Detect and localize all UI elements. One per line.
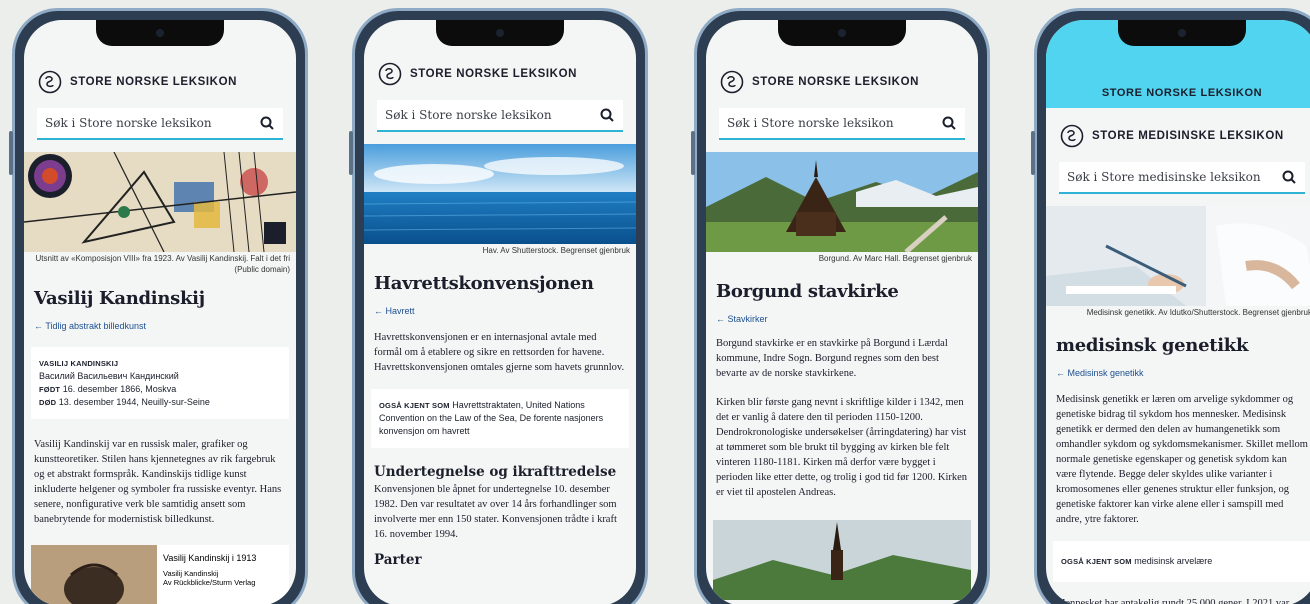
phone-screen-2: STORE NORSKE LEKSIKON Søk i Store norske… — [364, 20, 636, 604]
article-title: Vasilij Kandinskij — [34, 287, 205, 309]
search-input[interactable]: Søk i Store norske leksikon — [37, 108, 283, 140]
portrait-credit: Av Rückblicke/Sturm Verlag — [163, 577, 256, 587]
portrait-image — [31, 544, 157, 604]
snl-logo-icon — [378, 62, 402, 86]
image-caption: Hav. Av Shutterstock. Begrenset gjenbruk — [482, 246, 630, 255]
portrait-subject: Vasilij Kandinskij — [163, 568, 219, 578]
image-caption: Utsnitt av «Komposisjon VIII» fra 1923. … — [35, 254, 291, 274]
phone-mockup-1: STORE NORSKE LEKSIKON Søk i Store norske… — [9, 8, 308, 604]
site-name: STORE MEDISINSKE LEKSIKON — [1092, 130, 1284, 142]
search-input[interactable]: Søk i Store medisinske leksikon — [1059, 162, 1305, 194]
search-input[interactable]: Søk i Store norske leksikon — [377, 100, 623, 132]
phone-notch — [1118, 20, 1246, 46]
search-placeholder: Søk i Store norske leksikon — [385, 108, 552, 122]
search-placeholder: Søk i Store norske leksikon — [45, 116, 212, 130]
site-header[interactable]: STORE NORSKE LEKSIKON — [364, 54, 636, 94]
site-header[interactable]: STORE NORSKE LEKSIKON — [24, 62, 296, 102]
aka-label: OGSÅ KJENT SOM — [379, 400, 450, 410]
phone-screen-1: STORE NORSKE LEKSIKON Søk i Store norske… — [24, 20, 296, 604]
section-heading-parter: Parter — [374, 551, 422, 568]
article-body-2: Kirken blir første gang nevnt i skriftli… — [716, 396, 968, 498]
fact-born: FØDT 16. desember 1866, Moskva — [39, 383, 177, 394]
portrait-card[interactable]: Vasilij Kandinskij i 1913 Vasilij Kandin… — [31, 544, 289, 604]
phone-notch — [436, 20, 564, 46]
phone-notch — [96, 20, 224, 46]
aka-box: OGSÅ KJENT SOM medisinsk arvelære — [1053, 540, 1310, 582]
gallery-image[interactable] — [713, 519, 971, 600]
image-caption: Borgund. Av Marc Hall. Begrenset gjenbru… — [818, 254, 972, 263]
search-icon[interactable] — [941, 115, 957, 131]
search-placeholder: Søk i Store medisinske leksikon — [1067, 170, 1261, 184]
section-body: Konvensjonen ble åpnet for undertegnelse… — [374, 483, 617, 540]
image-caption: Medisinsk genetikk. Av Idutko/Shuttersto… — [1086, 308, 1310, 317]
fact-died: DØD 13. desember 1944, Neuilly-sur-Seine — [39, 396, 210, 407]
fact-name: VASILIJ KANDINSKIJ — [39, 358, 119, 368]
phone-screen-3: STORE NORSKE LEKSIKON Søk i Store norske… — [706, 20, 978, 604]
search-icon[interactable] — [599, 107, 615, 123]
phone-mockup-2: STORE NORSKE LEKSIKON Søk i Store norske… — [349, 8, 648, 604]
phone-screen-4: STORE NORSKE LEKSIKON STORE MEDISINSKE L… — [1046, 20, 1310, 604]
article-body: Havrettskonvensjonen er en internasjonal… — [374, 331, 625, 373]
portrait-caption: Vasilij Kandinskij i 1913 — [163, 552, 257, 563]
aka-values: medisinsk arvelære — [1134, 555, 1213, 566]
aka-label: OGSÅ KJENT SOM — [1061, 556, 1132, 566]
article-body: Borgund stavkirke er en stavkirke på Bor… — [716, 337, 948, 379]
hero-image — [364, 144, 636, 244]
snl-logo-icon — [38, 70, 62, 94]
snl-logo-icon — [720, 70, 744, 94]
article-title: Havrettskonvensjonen — [374, 272, 594, 294]
parent-category-link[interactable]: ← Medisinsk genetikk — [1046, 368, 1310, 378]
search-input[interactable]: Søk i Store norske leksikon — [719, 108, 965, 140]
parent-category-link[interactable]: ← Tidlig abstrakt billedkunst — [24, 321, 296, 331]
site-name: STORE NORSKE LEKSIKON — [70, 76, 238, 88]
article-body: Medisinsk genetikk er læren om arvelige … — [1056, 393, 1308, 525]
article-title: Borgund stavkirke — [716, 280, 899, 302]
section-heading: Undertegnelse og ikrafttredelse — [374, 463, 617, 480]
article-body: Vasilij Kandinskij var en russisk maler,… — [34, 438, 282, 525]
phone-mockup-3: STORE NORSKE LEKSIKON Søk i Store norske… — [691, 8, 990, 604]
phone-mockup-4: STORE NORSKE LEKSIKON STORE MEDISINSKE L… — [1031, 8, 1310, 604]
search-placeholder: Søk i Store norske leksikon — [727, 116, 894, 130]
hero-image — [24, 152, 296, 252]
network-top-label: STORE NORSKE LEKSIKON — [1101, 87, 1263, 99]
phone-notch — [778, 20, 906, 46]
article-body-2: Mennesket har antakelig rundt 25 000 gen… — [1056, 597, 1290, 604]
site-header[interactable]: STORE NORSKE LEKSIKON — [706, 62, 978, 102]
site-name: STORE NORSKE LEKSIKON — [410, 68, 578, 80]
fact-native-name: Василий Васильевич Кандинский — [39, 370, 179, 381]
sml-logo-icon — [1060, 124, 1084, 148]
parent-category-link[interactable]: ← Stavkirker — [706, 314, 978, 324]
article-title: medisinsk genetikk — [1056, 334, 1249, 356]
hero-image — [1046, 206, 1310, 306]
hero-image — [706, 152, 978, 252]
parent-category-link[interactable]: ← Havrett — [364, 306, 636, 316]
search-icon[interactable] — [1281, 169, 1297, 185]
fact-box: VASILIJ KANDINSKIJ Василий Васильевич Ка… — [31, 346, 289, 419]
search-icon[interactable] — [259, 115, 275, 131]
site-header[interactable]: STORE MEDISINSKE LEKSIKON — [1046, 116, 1310, 156]
site-name: STORE NORSKE LEKSIKON — [752, 76, 920, 88]
aka-box: OGSÅ KJENT SOM Havrettstraktaten, United… — [371, 388, 629, 448]
